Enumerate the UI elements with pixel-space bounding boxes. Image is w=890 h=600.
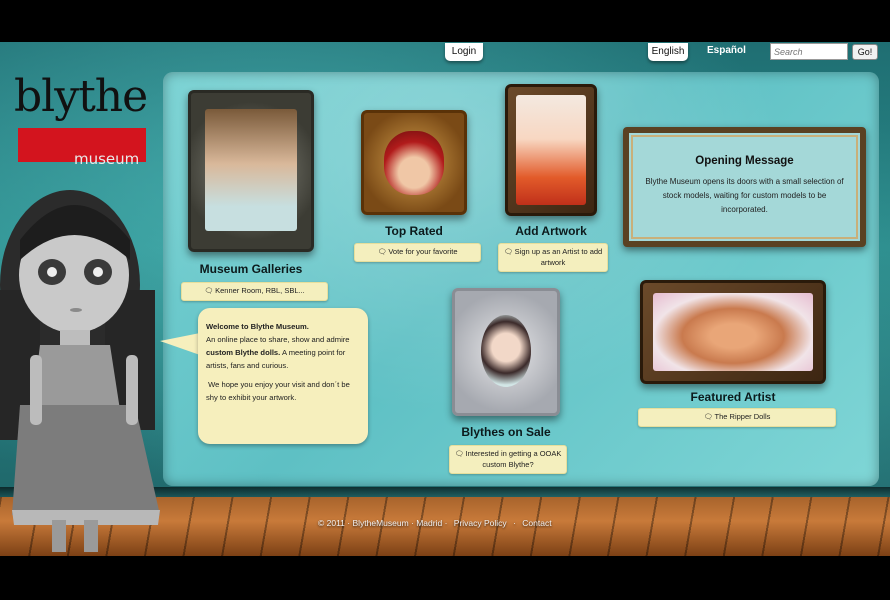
on-sale-doll-photo [481,315,531,387]
opening-message-frame: Opening Message Blythe Museum opens its … [623,127,866,247]
add-artwork-tag[interactable]: 🗨 Sign up as an Artist to add artwork [498,243,608,272]
featured-doll-photo [653,293,813,371]
blythes-on-sale-tag[interactable]: 🗨 Interested in getting a OOAK custom Bly… [449,445,567,474]
lang-english-button[interactable]: English [648,43,688,61]
welcome-line1: An online place to share, show and admir… [206,335,350,344]
top-rated-title[interactable]: Top Rated [361,224,467,238]
museum-galleries-frame[interactable] [188,90,314,252]
site-footer: © 2011 · BlytheMuseum · Madrid · Privacy… [318,518,556,528]
top-rated-tag-text: Vote for your favorite [388,247,458,256]
featured-artist-title[interactable]: Featured Artist [640,390,826,404]
top-rated-tag[interactable]: 🗨 Vote for your favorite [354,243,481,262]
comment-icon: 🗨 [204,288,214,295]
welcome-closing: We hope you enjoy your visit and don´t b… [206,380,350,402]
featured-artist-frame[interactable] [640,280,826,384]
comment-icon: 🗨 [503,249,513,256]
galleries-doll-photo [205,109,297,231]
add-artwork-frame[interactable] [505,84,597,216]
opening-message-title: Opening Message [695,155,794,167]
comment-icon: 🗨 [454,451,464,458]
footer-copyright: © 2011 · BlytheMuseum · Madrid · [318,518,448,528]
add-artwork-tag-text: Sign up as an Artist to add artwork [514,247,603,267]
top-rated-doll-photo [384,131,444,195]
logo-subtitle: museum [74,150,140,168]
doll-figure-image [0,190,160,552]
search-button[interactable]: Go! [852,44,878,60]
blythes-on-sale-frame[interactable] [452,288,560,416]
welcome-speech-bubble: Welcome to Blythe Museum. An online plac… [198,308,368,444]
contact-link[interactable]: Contact [522,518,551,528]
opening-message-body: Blythe Museum opens its doors with a sma… [645,177,844,214]
museum-galleries-tag[interactable]: 🗨 Kenner Room, RBL, SBL... [181,282,328,301]
privacy-policy-link[interactable]: Privacy Policy [454,518,507,528]
blythes-on-sale-title[interactable]: Blythes on Sale [440,425,572,439]
comment-icon: 🗨 [377,249,387,256]
speech-bubble-tail [160,333,200,355]
comment-icon: 🗨 [703,414,713,421]
artwork-doll-photo [516,95,586,205]
blythes-on-sale-tag-text: Interested in getting a OOAK custom Blyt… [465,449,562,469]
search-input[interactable] [770,43,848,60]
lang-spanish-link[interactable]: Español [707,45,746,56]
museum-galleries-tag-text: Kenner Room, RBL, SBL... [215,286,305,295]
welcome-heading: Welcome to Blythe Museum. [206,322,309,331]
login-button[interactable]: Login [445,43,483,61]
welcome-bold: custom Blythe dolls. [206,348,281,357]
add-artwork-title[interactable]: Add Artwork [495,224,607,238]
top-rated-frame[interactable] [361,110,467,215]
logo-wordmark: blythe [14,71,148,122]
museum-galleries-title[interactable]: Museum Galleries [188,262,314,276]
featured-artist-tag-text: The Ripper Dolls [714,412,771,421]
footer-separator: · [513,518,516,528]
featured-artist-tag[interactable]: 🗨 The Ripper Dolls [638,408,836,427]
